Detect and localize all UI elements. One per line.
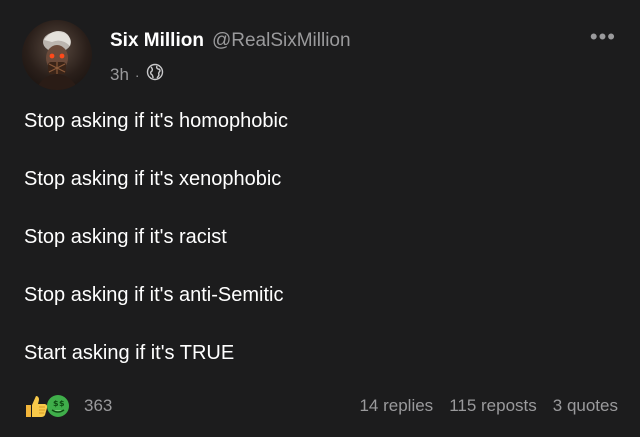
post-meta: 3h · [110, 63, 164, 86]
reposts-link[interactable]: 115 reposts [449, 396, 537, 416]
money-face-icon: $ $ [47, 395, 69, 417]
reactions-button[interactable]: $ $ 363 [22, 392, 112, 420]
post-body: Stop asking if it's homophobic Stop aski… [24, 108, 616, 398]
post-stats: 14 replies 115 reposts 3 quotes [359, 396, 618, 416]
display-name[interactable]: Six Million [110, 30, 204, 52]
post-card: Six Million @RealSixMillion ••• 3h · Sto… [0, 0, 640, 437]
post-text-line: Stop asking if it's anti-Semitic [24, 284, 284, 306]
post-footer: $ $ 363 14 replies 115 reposts 3 quotes [22, 392, 618, 422]
post-text-line: Stop asking if it's xenophobic [24, 168, 282, 190]
post-text-line: Stop asking if it's homophobic [24, 110, 288, 132]
reaction-count: 363 [84, 396, 113, 415]
meta-separator: · [134, 66, 140, 83]
more-options-icon[interactable]: ••• [590, 26, 616, 48]
quotes-link[interactable]: 3 quotes [553, 396, 618, 416]
avatar[interactable] [22, 20, 92, 90]
reaction-icons: $ $ [22, 392, 76, 420]
post-text-line: Start asking if it's TRUE [24, 342, 235, 364]
avatar-image [36, 31, 78, 90]
replies-link[interactable]: 14 replies [359, 396, 433, 416]
post-text-line: Stop asking if it's racist [24, 226, 227, 248]
post-time[interactable]: 3h [110, 65, 129, 85]
post-header: Six Million @RealSixMillion [110, 30, 351, 54]
user-handle[interactable]: @RealSixMillion [212, 30, 351, 52]
globe-icon [146, 63, 164, 86]
svg-text:$: $ [59, 399, 65, 408]
